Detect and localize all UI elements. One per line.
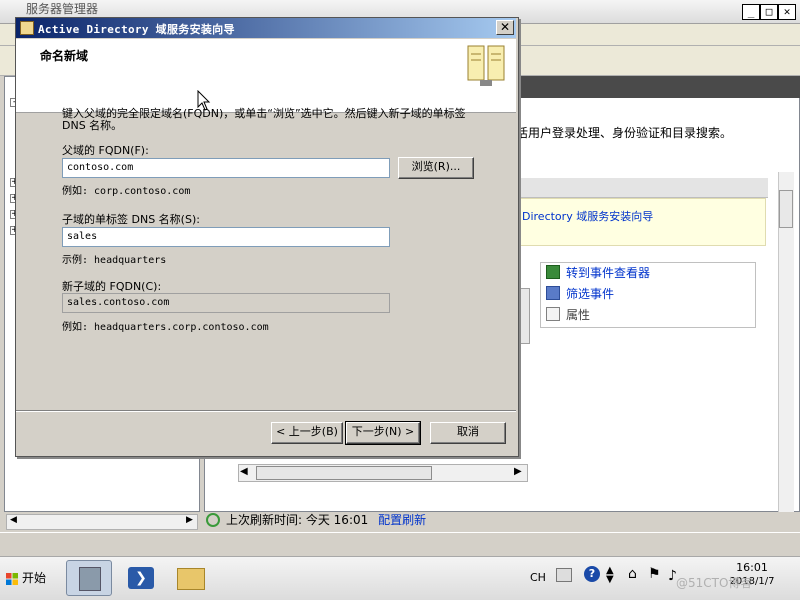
properties-icon bbox=[546, 307, 560, 321]
tray-expand-icon[interactable]: ▲ ▼ bbox=[606, 566, 614, 585]
new-child-fqdn-field: sales.contoso.com bbox=[62, 293, 390, 313]
last-refresh-text: 上次刷新时间: 今天 16:01 bbox=[226, 513, 369, 527]
clock-time: 16:01 bbox=[736, 561, 768, 574]
status-bar bbox=[0, 532, 800, 554]
section-header bbox=[518, 178, 768, 198]
child-dns-input[interactable]: sales bbox=[62, 227, 390, 247]
keyboard-icon[interactable] bbox=[556, 568, 572, 582]
refresh-icon bbox=[206, 513, 220, 527]
maximize-button[interactable]: □ bbox=[760, 4, 778, 20]
watermark: @51CTO博客 bbox=[676, 576, 753, 590]
fqdn-example: 例如: headquarters.corp.contoso.com bbox=[62, 322, 269, 333]
child-example: 示例: headquarters bbox=[62, 255, 167, 266]
windows-logo-icon bbox=[6, 573, 18, 585]
tree-horizontal-scrollbar[interactable] bbox=[6, 514, 198, 530]
help-icon[interactable]: ? bbox=[584, 566, 600, 582]
event-viewer-icon bbox=[546, 265, 560, 279]
wizard-app-icon bbox=[20, 21, 34, 35]
taskbar-server-manager[interactable] bbox=[66, 560, 112, 596]
network-icon[interactable]: ⌂ bbox=[628, 566, 637, 582]
role-description: 活用户登录处理、身份验证和目录搜索。 bbox=[516, 126, 733, 140]
powershell-icon: ❯ bbox=[128, 567, 154, 589]
wizard-instruction: 键入父域的完全限定域名(FQDN)，或单击“浏览”选中它。然后键入新子域的单标签… bbox=[62, 107, 466, 132]
configure-refresh-link[interactable]: 配置刷新 bbox=[378, 513, 426, 527]
scrollbar-thumb[interactable] bbox=[256, 466, 432, 480]
browse-button[interactable]: 浏览(R)... bbox=[398, 157, 474, 179]
scrollbar-thumb[interactable] bbox=[779, 190, 793, 228]
cancel-button[interactable]: 取消 bbox=[430, 422, 506, 444]
refresh-bar: 上次刷新时间: 今天 16:01 配置刷新 bbox=[206, 510, 746, 530]
scroll-right-arrow-icon[interactable]: ▶ bbox=[186, 515, 193, 525]
scroll-left-arrow-icon[interactable]: ◀ bbox=[10, 515, 17, 525]
child-dns-label: 子域的单标签 DNS 名称(S): bbox=[62, 213, 200, 226]
wizard-header bbox=[16, 39, 516, 113]
back-button[interactable]: < 上一步(B) bbox=[271, 422, 343, 444]
next-button[interactable]: 下一步(N) > bbox=[345, 421, 421, 445]
list-scroll-fragment bbox=[518, 288, 530, 344]
close-button[interactable]: ✕ bbox=[778, 4, 796, 20]
parent-example: 例如: corp.contoso.com bbox=[62, 186, 191, 197]
scroll-left-arrow-icon[interactable]: ◀ bbox=[240, 466, 248, 477]
action-filter-events[interactable]: 筛选事件 bbox=[546, 286, 614, 302]
taskbar-explorer[interactable] bbox=[168, 560, 214, 596]
server-manager-icon bbox=[79, 567, 101, 591]
parent-fqdn-label: 父域的 FQDN(F): bbox=[62, 144, 149, 157]
book-icon bbox=[467, 45, 505, 86]
mouse-cursor-icon bbox=[197, 90, 211, 111]
flag-icon[interactable]: ⚑ bbox=[648, 566, 661, 582]
wizard-heading: 命名新域 bbox=[40, 49, 89, 63]
server-manager-title: 服务器管理器 bbox=[26, 2, 99, 16]
wizard-close-button[interactable]: ✕ bbox=[496, 20, 514, 35]
action-properties[interactable]: 属性 bbox=[546, 307, 590, 323]
new-child-fqdn-label: 新子域的 FQDN(C): bbox=[62, 280, 162, 293]
filter-icon bbox=[546, 286, 560, 300]
scroll-right-arrow-icon[interactable]: ▶ bbox=[514, 466, 522, 477]
action-event-viewer[interactable]: 转到事件查看器 bbox=[546, 265, 650, 281]
language-indicator[interactable]: CH bbox=[530, 571, 546, 584]
wizard-title: Active Directory 域服务安装向导 bbox=[38, 23, 235, 36]
taskbar-powershell[interactable]: ❯ bbox=[118, 560, 164, 596]
folder-icon bbox=[177, 568, 205, 590]
wizard-divider bbox=[16, 410, 516, 412]
parent-fqdn-input[interactable]: contoso.com bbox=[62, 158, 390, 178]
minimize-button[interactable]: _ bbox=[742, 4, 760, 20]
notice-link[interactable]: Directory 域服务安装向导 bbox=[522, 208, 653, 224]
